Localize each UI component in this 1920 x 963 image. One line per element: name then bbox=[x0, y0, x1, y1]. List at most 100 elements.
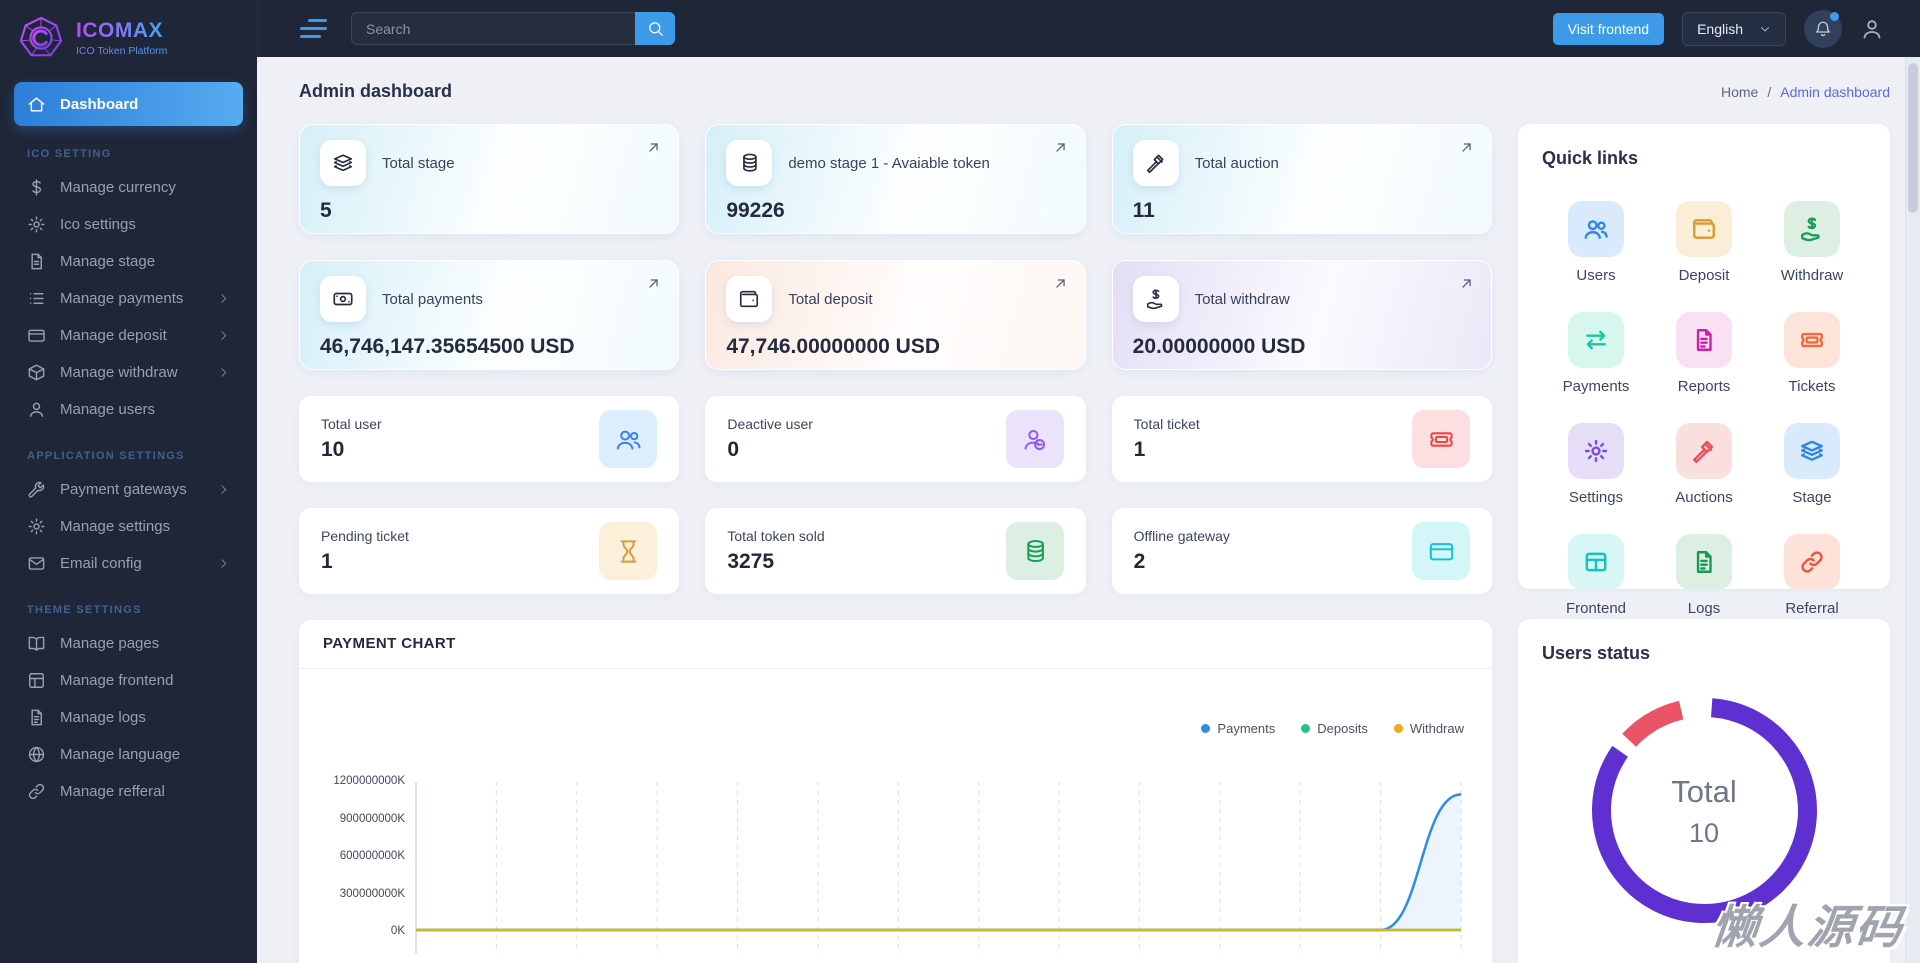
info-card-total-user: Total user 10 bbox=[299, 396, 680, 482]
chevron-down-icon bbox=[1759, 23, 1771, 35]
arrow-up-right-icon[interactable] bbox=[1458, 139, 1475, 156]
notifications-button[interactable] bbox=[1804, 9, 1842, 48]
users-icon bbox=[1583, 216, 1609, 242]
coins-icon bbox=[738, 152, 760, 174]
dollar-icon bbox=[27, 178, 46, 197]
sidebar-item-label: Manage deposit bbox=[60, 327, 167, 344]
sidebar-item-label: Manage payments bbox=[60, 290, 184, 307]
payment-chart-plot bbox=[415, 782, 1462, 954]
arrow-up-right-icon[interactable] bbox=[1052, 275, 1069, 292]
page-title: Admin dashboard bbox=[299, 81, 453, 101]
sidebar-item-manage-payments[interactable]: Manage payments bbox=[14, 280, 243, 317]
legend-deposits[interactable]: Deposits bbox=[1301, 721, 1368, 736]
sidebar-item-manage-logs[interactable]: Manage logs bbox=[14, 699, 243, 736]
stat-value: 46,746,147.35654500 USD bbox=[320, 335, 575, 358]
package-icon bbox=[27, 363, 46, 382]
sidebar-item-manage-pages[interactable]: Manage pages bbox=[14, 625, 243, 662]
arrow-up-right-icon[interactable] bbox=[1052, 139, 1069, 156]
quick-link-reports[interactable]: Reports bbox=[1650, 312, 1758, 395]
quick-link-payments[interactable]: Payments bbox=[1542, 312, 1650, 395]
gear-icon bbox=[27, 215, 46, 234]
sidebar-item-manage-refferal[interactable]: Manage refferal bbox=[14, 773, 243, 810]
payment-chart-panel: PAYMENT CHART Payments Deposits Withdraw… bbox=[299, 620, 1492, 963]
file-text-icon bbox=[1691, 327, 1717, 353]
quick-link-settings[interactable]: Settings bbox=[1542, 423, 1650, 506]
quick-link-referral[interactable]: Referral bbox=[1758, 534, 1866, 617]
breadcrumb-separator: / bbox=[1767, 83, 1772, 100]
sidebar-item-manage-users[interactable]: Manage users bbox=[14, 391, 243, 428]
search-icon bbox=[647, 20, 664, 37]
sidebar-item-label: Dashboard bbox=[60, 95, 139, 113]
quick-link-withdraw[interactable]: Withdraw bbox=[1758, 201, 1866, 284]
page-scrollbar bbox=[1905, 57, 1920, 963]
scrollbar-thumb[interactable] bbox=[1908, 63, 1918, 213]
language-value: English bbox=[1697, 20, 1743, 37]
info-card-pending-ticket: Pending ticket 1 bbox=[299, 508, 680, 594]
quick-link-logs[interactable]: Logs bbox=[1650, 534, 1758, 617]
legend-withdraw[interactable]: Withdraw bbox=[1393, 721, 1464, 736]
quick-links-title: Quick links bbox=[1542, 148, 1639, 168]
sidebar-section-ico-setting: ICO SETTING bbox=[27, 148, 112, 160]
users-status-panel: Users status Total 10 bbox=[1518, 619, 1890, 963]
users-status-title: Users status bbox=[1542, 643, 1651, 663]
quick-link-stage[interactable]: Stage bbox=[1758, 423, 1866, 506]
stat-card-total-stage: Total stage 5 bbox=[299, 124, 680, 234]
search-bar bbox=[351, 12, 675, 45]
topbar: Visit frontend English bbox=[257, 0, 1920, 57]
gavel-icon bbox=[1691, 438, 1717, 464]
menu-toggle-icon[interactable] bbox=[300, 19, 327, 38]
sidebar-item-label: Payment gateways bbox=[60, 481, 187, 498]
payment-chart: 1200000000K 900000000K 600000000K 300000… bbox=[323, 775, 1468, 954]
arrow-up-right-icon[interactable] bbox=[1458, 275, 1475, 292]
sidebar-item-payment-gateways[interactable]: Payment gateways bbox=[14, 471, 243, 508]
sidebar-item-ico-settings[interactable]: Ico settings bbox=[14, 206, 243, 243]
legend-dot bbox=[1201, 724, 1211, 733]
sidebar-item-manage-settings[interactable]: Manage settings bbox=[14, 508, 243, 545]
legend-dot bbox=[1301, 724, 1311, 733]
search-input[interactable] bbox=[351, 12, 635, 45]
arrow-up-right-icon[interactable] bbox=[645, 275, 662, 292]
quick-link-auctions[interactable]: Auctions bbox=[1650, 423, 1758, 506]
sidebar-item-label: Manage users bbox=[60, 401, 156, 418]
sidebar-item-manage-deposit[interactable]: Manage deposit bbox=[14, 317, 243, 354]
stat-card-total-deposit: Total deposit 47,746.00000000 USD bbox=[705, 260, 1086, 370]
arrow-up-right-icon[interactable] bbox=[645, 139, 662, 156]
quick-link-users[interactable]: Users bbox=[1542, 201, 1650, 284]
mail-icon bbox=[27, 554, 46, 573]
home-icon bbox=[27, 95, 46, 114]
quick-link-tickets[interactable]: Tickets bbox=[1758, 312, 1866, 395]
sidebar-item-manage-stage[interactable]: Manage stage bbox=[14, 243, 243, 280]
stat-value: 5 bbox=[320, 199, 332, 222]
sidebar-section-application-settings: APPLICATION SETTINGS bbox=[27, 450, 185, 462]
sidebar-item-label: Manage pages bbox=[60, 635, 160, 652]
ticket-icon bbox=[1428, 426, 1455, 453]
sidebar-item-manage-language[interactable]: Manage language bbox=[14, 736, 243, 773]
quick-link-frontend[interactable]: Frontend bbox=[1542, 534, 1650, 617]
legend-payments[interactable]: Payments bbox=[1201, 721, 1275, 736]
file-text-icon bbox=[27, 708, 46, 727]
stat-card-total-auction: Total auction 11 bbox=[1111, 124, 1492, 234]
sidebar-item-manage-withdraw[interactable]: Manage withdraw bbox=[14, 354, 243, 391]
sidebar-item-manage-currency[interactable]: Manage currency bbox=[14, 169, 243, 206]
sidebar-item-label: Manage stage bbox=[60, 253, 156, 270]
hand-dollar-icon bbox=[1145, 288, 1167, 310]
user-profile-icon[interactable] bbox=[1860, 17, 1884, 41]
breadcrumb-current: Admin dashboard bbox=[1780, 83, 1890, 100]
sidebar-item-manage-frontend[interactable]: Manage frontend bbox=[14, 662, 243, 699]
wallet-icon bbox=[738, 288, 760, 310]
gavel-icon bbox=[1145, 152, 1167, 174]
breadcrumb-home[interactable]: Home bbox=[1721, 84, 1758, 100]
language-select[interactable]: English bbox=[1682, 11, 1786, 46]
legend-dot bbox=[1393, 724, 1403, 733]
sidebar-item-label: Ico settings bbox=[60, 216, 136, 233]
quick-link-deposit[interactable]: Deposit bbox=[1650, 201, 1758, 284]
sidebar-item-dashboard[interactable]: Dashboard bbox=[14, 82, 243, 126]
file-text-icon bbox=[1691, 549, 1717, 575]
arrows-exchange-icon bbox=[1583, 327, 1609, 353]
visit-frontend-button[interactable]: Visit frontend bbox=[1552, 12, 1665, 45]
bell-icon bbox=[1814, 20, 1832, 38]
sidebar-item-label: Manage frontend bbox=[60, 672, 174, 689]
search-button[interactable] bbox=[635, 12, 675, 45]
sidebar-nav: Dashboard ICO SETTING Manage currency Ic… bbox=[0, 76, 257, 810]
sidebar-item-email-config[interactable]: Email config bbox=[14, 545, 243, 582]
